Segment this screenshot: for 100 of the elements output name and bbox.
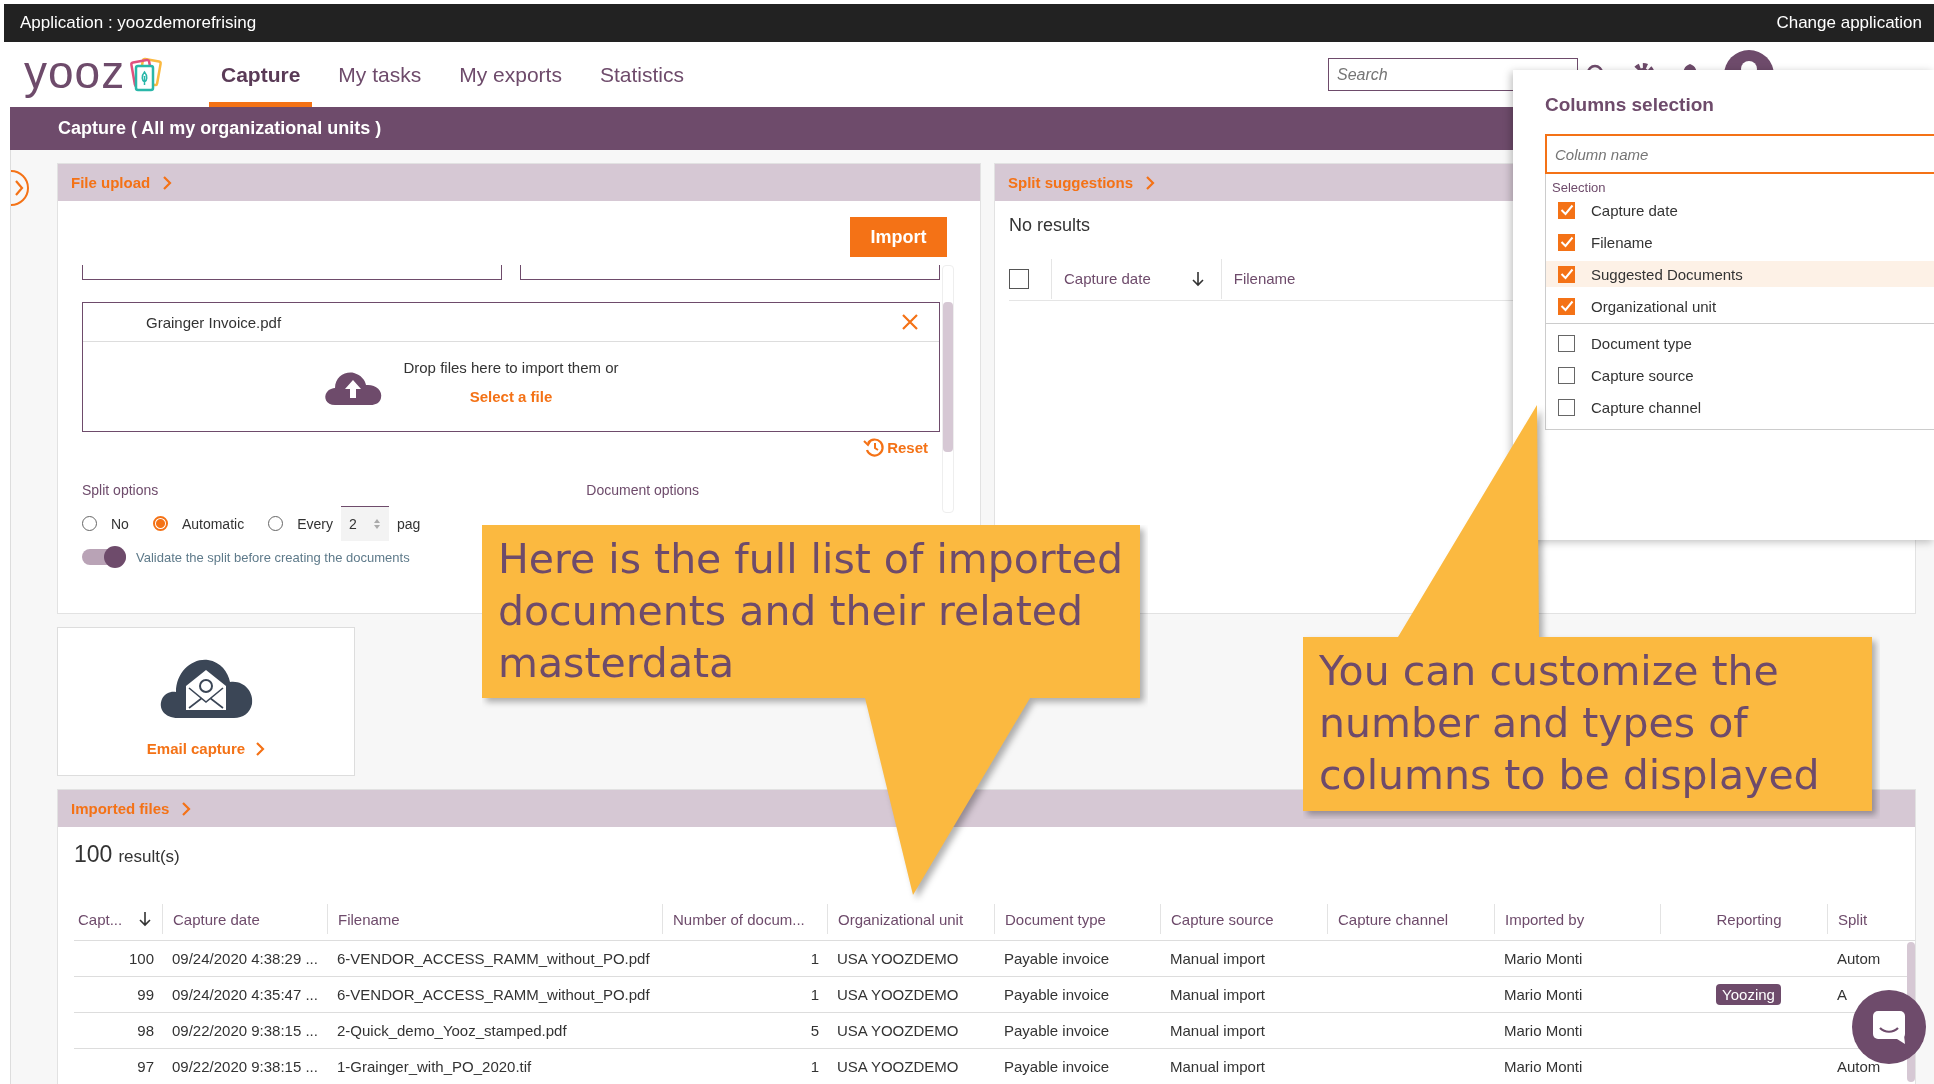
drop-zone[interactable]: Grainger Invoice.pdf Drop files here to import them or Select a file (82, 302, 940, 432)
table-cell: Mario Monti (1504, 950, 1583, 967)
toggle-label: Validate the split before creating the documents (136, 549, 410, 565)
table-cell: Manual import (1170, 1058, 1266, 1075)
table-cell: Manual import (1170, 1022, 1266, 1039)
table-cell: Payable invoice (1004, 950, 1110, 967)
row-number: 99 (137, 986, 154, 1003)
column-option[interactable]: Document type (1546, 330, 1934, 356)
filename-cell: 1-Grainger_with_PO_2020.tif (337, 1058, 532, 1075)
table-cell: USA YOOZDEMO (837, 1022, 959, 1039)
date-cell: 09/22/2020 9:38:15 ... (172, 1058, 318, 1075)
scrollbar[interactable] (942, 265, 954, 513)
page-title: Capture ( All my organizational units ) (58, 118, 382, 139)
table-cell: Manual import (1170, 950, 1266, 967)
option-label: Capture date (1591, 201, 1678, 219)
file-name: Grainger Invoice.pdf (146, 313, 282, 331)
table-cell: USA YOOZDEMO (837, 1058, 959, 1075)
drop-instructions: Drop files here to import them or (403, 359, 619, 376)
callout-text: Here is the full list of imported documents and their related masterdata (498, 534, 1125, 689)
radio-option[interactable]: Every (268, 515, 333, 532)
close-icon[interactable] (901, 313, 919, 331)
option-label: Filename (1591, 233, 1653, 251)
cards-logo-icon (129, 56, 164, 93)
nav-tab[interactable]: Statistics (587, 42, 696, 107)
column-header[interactable]: Capture date (162, 904, 327, 934)
table-cell: Mario Monti (1504, 986, 1583, 1003)
column-header[interactable]: Capture channel (1327, 904, 1494, 934)
checkbox[interactable] (1558, 398, 1575, 416)
count-cell: 1 (810, 986, 819, 1003)
history-icon (863, 436, 886, 458)
checkbox[interactable] (1558, 366, 1575, 384)
chevron-right-icon (255, 741, 266, 756)
column-header[interactable]: Capture date (1051, 259, 1205, 299)
checkbox[interactable] (1558, 201, 1575, 219)
chevron-right-icon (162, 175, 173, 190)
column-option[interactable]: Capture channel (1546, 394, 1934, 420)
radio-option[interactable]: Automatic (152, 515, 245, 532)
toggle-switch[interactable] (82, 549, 126, 565)
row-number: 98 (137, 1022, 154, 1039)
checkbox[interactable] (1558, 334, 1575, 352)
column-option[interactable]: Capture source (1546, 362, 1934, 388)
nav-tab[interactable]: My exports (447, 42, 574, 107)
column-header[interactable]: Document type (994, 904, 1160, 934)
column-header[interactable]: Number of docum... (662, 904, 827, 934)
radio-button[interactable] (152, 516, 168, 531)
date-cell: 09/22/2020 9:38:15 ... (172, 1022, 318, 1039)
filename-cell: 6-VENDOR_ACCESS_RAMM_without_PO.pdf (337, 986, 650, 1003)
option-label: Document type (1591, 334, 1692, 352)
sort-down-icon[interactable] (1190, 271, 1205, 287)
input-field[interactable] (520, 265, 940, 280)
chevron-right-icon (181, 801, 192, 816)
column-option[interactable]: Organizational unit (1546, 293, 1934, 324)
column-header[interactable]: Imported by (1494, 904, 1660, 934)
table-cell: Mario Monti (1504, 1022, 1583, 1039)
column-header[interactable]: Filename (327, 904, 662, 934)
option-label: Capture source (1591, 366, 1694, 384)
date-cell: 09/24/2020 4:35:47 ... (172, 986, 318, 1003)
option-label: Suggested Documents (1591, 265, 1743, 283)
empty-message: No results (1009, 215, 1092, 236)
table-cell: Manual import (1170, 986, 1266, 1003)
row-number: 100 (128, 950, 154, 967)
select-all-checkbox[interactable] (1009, 269, 1029, 289)
column-header[interactable]: Capt... (74, 904, 162, 934)
split-options-label: Split options (82, 482, 159, 498)
column-header[interactable]: Organizational unit (827, 904, 994, 934)
section-label: Selection (1551, 179, 1607, 197)
table-cell: Autom (1837, 950, 1881, 967)
table-cell: Payable invoice (1004, 1022, 1110, 1039)
column-header[interactable]: Capture source (1160, 904, 1327, 934)
table-cell: Payable invoice (1004, 986, 1110, 1003)
change-application-link[interactable]: Change application (1776, 13, 1922, 33)
option-label: Capture channel (1591, 398, 1702, 416)
pages-label: pag (396, 515, 421, 532)
count-cell: 5 (810, 1022, 819, 1039)
filename-cell: 6-VENDOR_ACCESS_RAMM_without_PO.pdf (337, 950, 650, 967)
count-cell: 1 (810, 1058, 819, 1075)
checkbox[interactable] (1558, 297, 1575, 315)
nav-tab[interactable]: My tasks (326, 42, 434, 107)
column-header[interactable]: Split (1827, 904, 1907, 934)
radio-option[interactable]: No (82, 515, 129, 532)
chevron-right-icon (1145, 175, 1155, 190)
date-cell: 09/24/2020 4:38:29 ... (172, 950, 318, 967)
table-cell: Autom (1837, 1058, 1881, 1075)
table-cell: USA YOOZDEMO (837, 950, 959, 967)
checkbox[interactable] (1558, 233, 1575, 251)
column-search-field[interactable]: Column name (1545, 134, 1934, 174)
column-option[interactable]: Suggested Documents (1546, 261, 1934, 287)
column-option[interactable]: Capture date (1546, 197, 1934, 223)
popup-title: Columns selection (1545, 93, 1715, 117)
page-count-field[interactable]: 2 (340, 506, 389, 541)
column-header[interactable]: Filename (1220, 259, 1296, 299)
checkbox[interactable] (1558, 265, 1575, 283)
input-field[interactable] (82, 265, 502, 280)
callout-text: You can customize the number and types of columns to be displayed (1319, 646, 1821, 801)
result-count: 100 (74, 841, 113, 868)
column-option[interactable]: Filename (1546, 229, 1934, 255)
table-cell: USA YOOZDEMO (837, 986, 959, 1003)
document-options-label: Document options (586, 482, 700, 498)
column-header[interactable]: Reporting (1660, 904, 1827, 934)
sort-down-icon[interactable] (138, 911, 153, 927)
